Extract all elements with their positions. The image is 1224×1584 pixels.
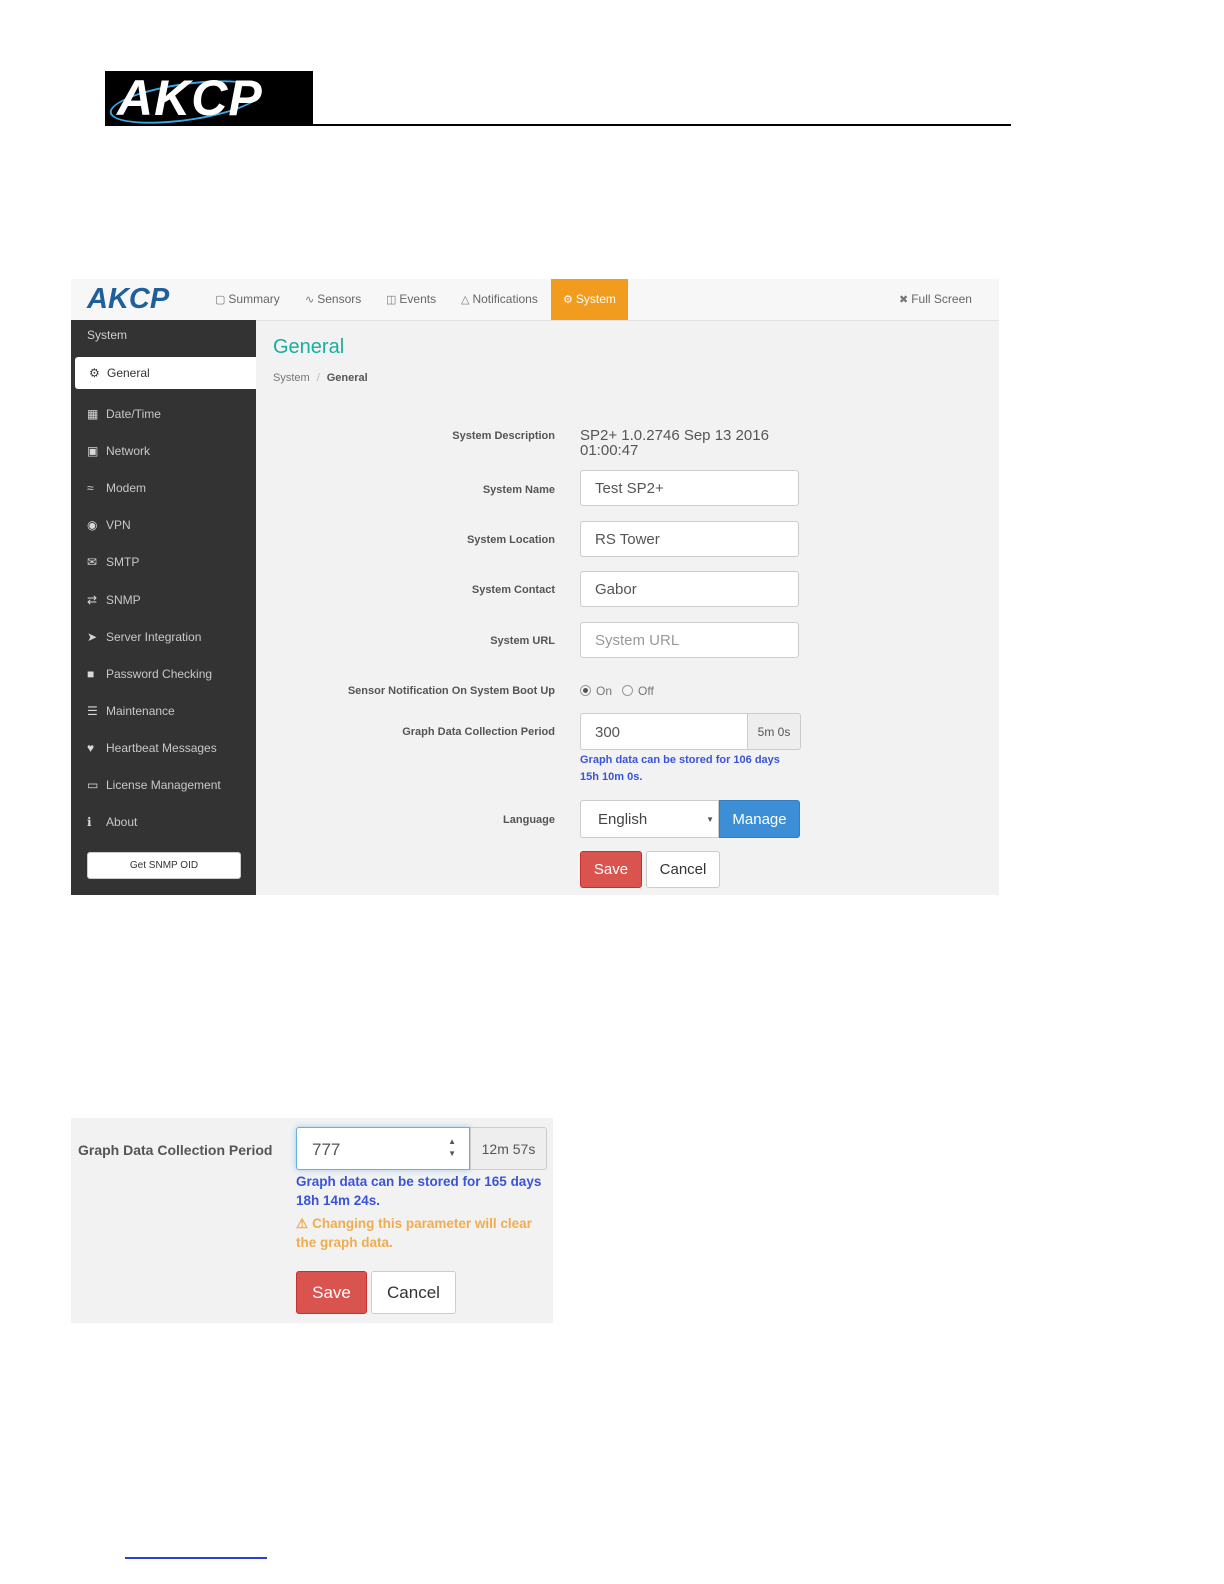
sidebar-item-password-checking[interactable]: ■ Password Checking (87, 667, 212, 681)
system-sidebar: System ⚙ General ▦ Date/Time ▣ Network ≈ Mod… (71, 320, 256, 895)
detail-graph-period-addon: 12m 57s (470, 1127, 547, 1170)
nav-events[interactable]: ◫ Events (386, 279, 436, 320)
system-location-input[interactable]: RS Tower (580, 521, 799, 557)
save-button[interactable]: Save (580, 851, 642, 888)
system-general-screenshot: AKCP ▢ Summary ∿ Sensors ◫ Events △ Notifica… (71, 279, 999, 895)
cogs-icon: ⚙ (89, 366, 100, 380)
detail-label-graph-period: Graph Data Collection Period (78, 1142, 273, 1158)
general-content: General System / General System Descriptio… (256, 320, 999, 895)
system-description-line1: SP2+ 1.0.2746 Sep 13 2016 (580, 427, 769, 444)
header-rule (105, 124, 1011, 126)
network-icon: ▣ (87, 444, 99, 458)
system-description-value: SP2+ 1.0.2746 Sep 13 2016 01:00:47 (580, 428, 769, 458)
page-title: General (273, 336, 345, 358)
sidebar-item-modem[interactable]: ≈ Modem (87, 481, 146, 495)
sidebar-item-vpn[interactable]: ◉ VPN (87, 518, 131, 532)
label-sensor-notification-boot: Sensor Notification On System Boot Up (347, 685, 555, 697)
nav-summary[interactable]: ▢ Summary (215, 279, 280, 320)
nav-notifications[interactable]: △ Notifications (461, 279, 538, 320)
top-navbar: AKCP ▢ Summary ∿ Sensors ◫ Events △ Notifica… (71, 279, 999, 321)
radio-on-dot[interactable] (580, 685, 591, 696)
detail-graph-period-input[interactable]: 777 ▲ ▼ (296, 1127, 470, 1170)
detail-clear-warning: ⚠ Changing this parameter will clear the … (296, 1216, 532, 1250)
document-logo: AKCP (105, 71, 313, 125)
lock-icon: ■ (87, 667, 95, 681)
label-system-url: System URL (490, 635, 555, 647)
label-language: Language (503, 814, 555, 826)
breadcrumb: System / General (273, 372, 368, 384)
breadcrumb-system[interactable]: System (273, 372, 310, 384)
radio-on[interactable]: On (580, 684, 612, 698)
sidebar-item-about[interactable]: ℹ About (87, 815, 137, 829)
cogs-icon: ⚙ (563, 294, 573, 306)
get-snmp-oid-button[interactable]: Get SNMP OID (87, 852, 241, 879)
system-contact-input[interactable]: Gabor (580, 571, 799, 607)
graph-period-help: Graph data can be stored for 106 days 15… (580, 754, 780, 783)
graph-period-input[interactable]: 300 (580, 713, 747, 750)
detail-cancel-button[interactable]: Cancel (371, 1271, 456, 1314)
radio-off-dot[interactable] (622, 685, 633, 696)
label-system-location: System Location (466, 534, 555, 546)
full-screen-button[interactable]: ✖ Full Screen (899, 279, 972, 320)
warning-icon: ⚠ (296, 1216, 309, 1231)
wifi-icon: ≈ (87, 481, 94, 495)
system-description-line2: 01:00:47 (580, 442, 639, 459)
caret-down-icon: ▼ (706, 815, 714, 824)
label-graph-data-period: Graph Data Collection Period (402, 726, 555, 738)
calendar-icon: ▦ (87, 407, 99, 421)
book-icon: ◫ (386, 294, 397, 306)
sidebar-item-smtp[interactable]: ✉ SMTP (87, 555, 139, 569)
manage-language-button[interactable]: Manage (719, 800, 800, 838)
radio-off[interactable]: Off (622, 684, 654, 698)
sidebar-item-snmp[interactable]: ⇄ SNMP (87, 593, 141, 607)
rss-icon: ∿ (305, 294, 315, 306)
label-system-contact: System Contact (471, 584, 555, 596)
sidebar-heading: System (87, 328, 128, 342)
credit-card-icon: ▭ (87, 778, 99, 792)
graph-period-detail-screenshot: Graph Data Collection Period 777 ▲ ▼ 12m … (71, 1118, 553, 1323)
monitor-icon: ▢ (215, 294, 226, 306)
info-icon: ℹ (87, 815, 92, 829)
paper-plane-icon: ➤ (87, 630, 98, 644)
sidebar-item-datetime[interactable]: ▦ Date/Time (87, 407, 161, 421)
globe-icon: ◉ (87, 518, 98, 532)
system-name-input[interactable]: Test SP2+ (580, 470, 799, 506)
label-system-description: System Description (452, 430, 555, 442)
app-logo[interactable]: AKCP (87, 281, 169, 317)
sidebar-item-license-management[interactable]: ▭ License Management (87, 778, 221, 792)
label-system-name: System Name (482, 484, 555, 496)
footer-link-underline[interactable] (125, 1557, 267, 1559)
sidebar-item-heartbeat-messages[interactable]: ♥ Heartbeat Messages (87, 741, 217, 755)
sidebar-item-server-integration[interactable]: ➤ Server Integration (87, 630, 201, 644)
system-url-input[interactable]: System URL (580, 622, 799, 658)
document-logo-text: AKCP (117, 71, 263, 125)
breadcrumb-separator: / (316, 372, 320, 384)
sidebar-item-maintenance[interactable]: ☰ Maintenance (87, 704, 175, 718)
sidebar-item-network[interactable]: ▣ Network (87, 444, 150, 458)
envelope-icon: ✉ (87, 555, 98, 569)
bell-icon: △ (461, 294, 470, 306)
nav-sensors[interactable]: ∿ Sensors (305, 279, 361, 320)
database-icon: ☰ (87, 704, 98, 718)
heart-icon: ♥ (87, 741, 95, 755)
breadcrumb-general: General (326, 372, 368, 384)
expand-icon: ✖ (899, 294, 909, 306)
nav-system[interactable]: ⚙ System (551, 279, 628, 320)
language-select[interactable]: English ▼ (580, 800, 719, 838)
cancel-button[interactable]: Cancel (646, 851, 720, 888)
graph-period-addon: 5m 0s (747, 713, 801, 750)
detail-save-button[interactable]: Save (296, 1271, 367, 1314)
detail-graph-period-help: Graph data can be stored for 165 days 18… (296, 1174, 542, 1208)
exchange-icon: ⇄ (87, 593, 98, 607)
spinner-arrows-icon[interactable]: ▲ ▼ (448, 1136, 456, 1160)
sidebar-item-general[interactable]: ⚙ General (75, 357, 256, 389)
